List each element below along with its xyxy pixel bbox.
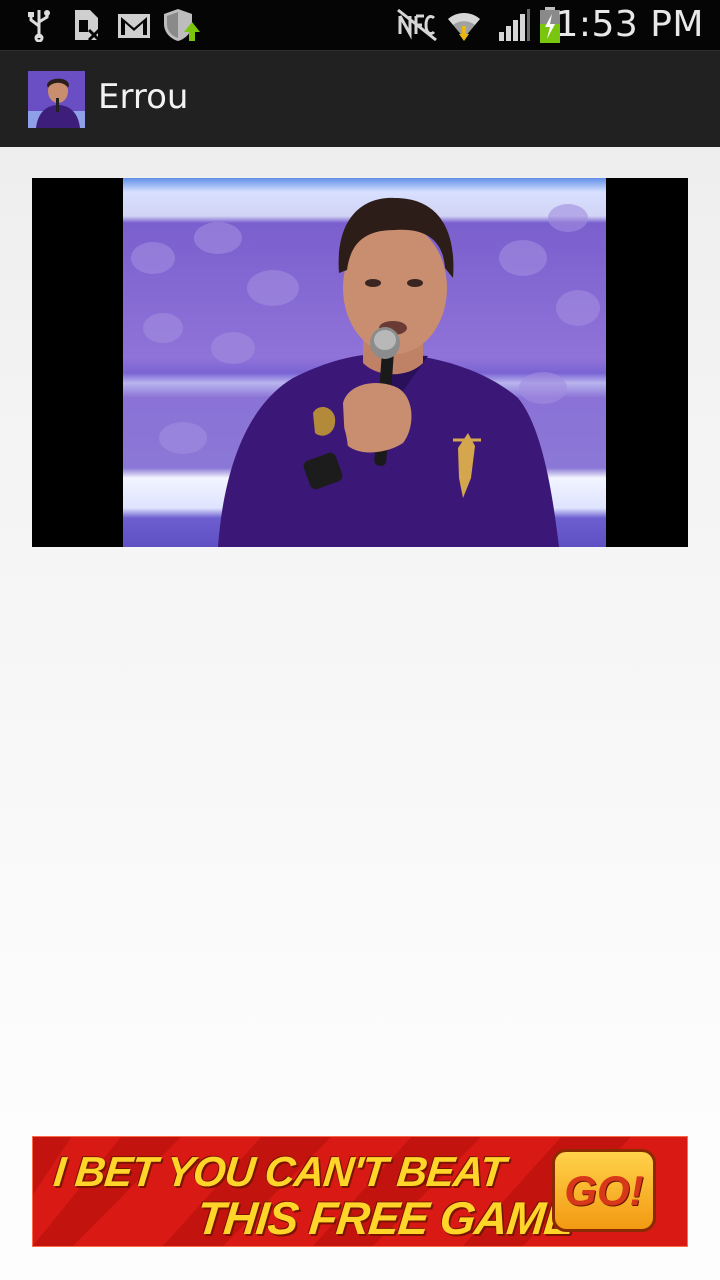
app-title: Errou xyxy=(98,77,189,117)
video-frame xyxy=(123,178,606,547)
nfc-off-icon xyxy=(397,8,437,42)
signal-icon xyxy=(499,9,530,41)
status-time: 1:53 PM xyxy=(555,4,704,45)
sim-card-missing-icon xyxy=(75,10,101,42)
gmail-icon xyxy=(118,14,150,38)
shield-update-icon xyxy=(164,9,200,41)
wifi-icon xyxy=(448,13,480,41)
status-bar: 1:53 PM xyxy=(0,0,720,50)
app-thumbnail-icon[interactable] xyxy=(28,71,85,128)
action-bar: Errou xyxy=(0,50,720,147)
video-player[interactable] xyxy=(32,178,688,547)
ad-go-button[interactable]: GO! xyxy=(552,1149,656,1232)
ad-subline: THIS FREE GAME xyxy=(194,1192,577,1244)
ad-headline: I BET YOU CAN'T BEAT xyxy=(51,1148,507,1195)
ad-banner[interactable]: I BET YOU CAN'T BEAT THIS FREE GAME GO! xyxy=(32,1136,688,1247)
usb-icon xyxy=(28,10,50,42)
